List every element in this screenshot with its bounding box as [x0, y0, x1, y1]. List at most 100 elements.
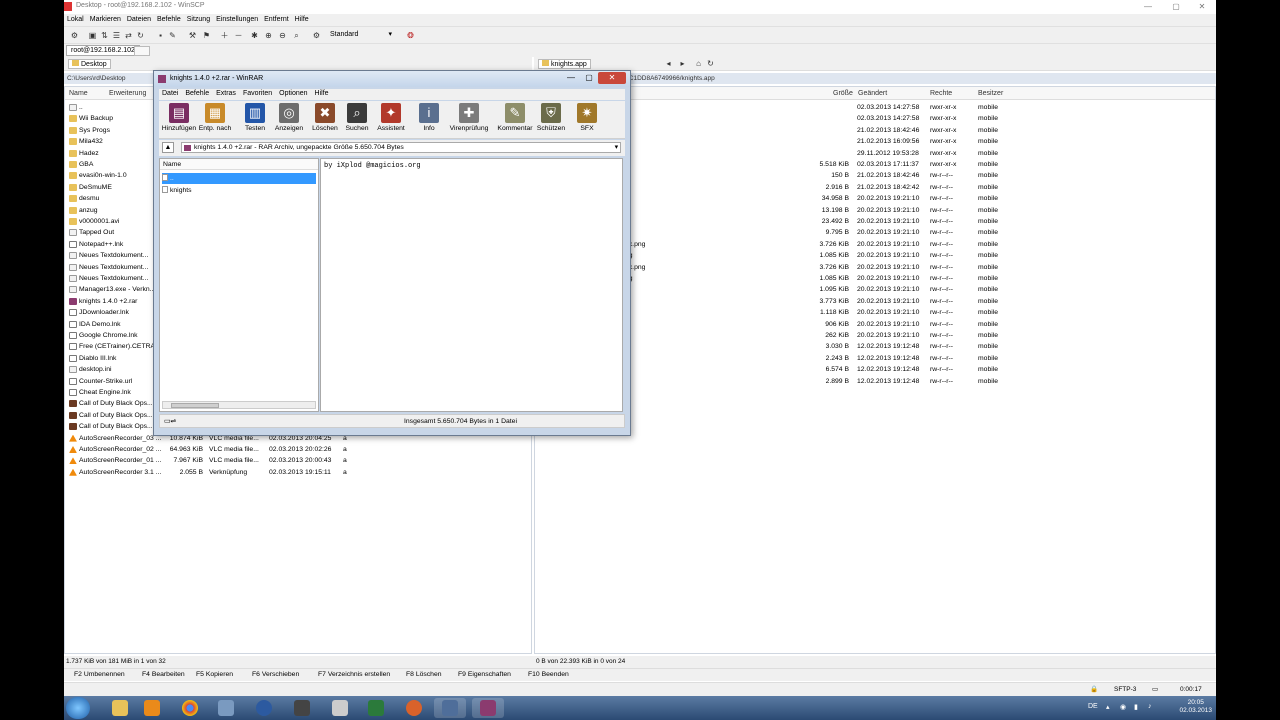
- taskbar-media[interactable]: [136, 698, 168, 718]
- remote-file-row[interactable]: 2.916 B 21.02.2013 18:42:42 rw-r--r-- mobil…: [535, 182, 1215, 193]
- plus-icon[interactable]: ＋: [220, 31, 229, 40]
- compare-icon[interactable]: ▣: [88, 31, 97, 40]
- remote-file-row[interactable]: 3.773 KiB 20.02.2013 19:21:10 rw-r--r-- mob…: [535, 296, 1215, 307]
- col-rights[interactable]: Rechte: [930, 90, 952, 97]
- rar-menu-hilfe[interactable]: Hilfe: [312, 89, 333, 97]
- new-session-tab[interactable]: [134, 46, 150, 56]
- rar-tool-wizard[interactable]: ✦ Assistent: [373, 103, 409, 137]
- winrar-close-button[interactable]: ✕: [598, 72, 626, 84]
- winrar-maximize-button[interactable]: ▢: [580, 72, 598, 84]
- f9-properties-button[interactable]: F9 Eigenschaften: [458, 671, 511, 678]
- tray-chevron-icon[interactable]: ▴: [1106, 703, 1110, 711]
- rar-tool-books-add[interactable]: ▤ Hinzufügen: [161, 103, 197, 137]
- filter-icon[interactable]: ✱: [250, 31, 259, 40]
- col-name[interactable]: Name: [69, 90, 88, 97]
- remote-file-row[interactable]: 2.899 B 12.02.2013 19:12:48 rw-r--r-- mobil…: [535, 376, 1215, 387]
- start-button[interactable]: [66, 697, 90, 719]
- minus-icon[interactable]: －: [234, 31, 243, 40]
- remote-file-row[interactable]: 13.198 B 20.02.2013 19:21:10 rw-r--r-- mobi…: [535, 205, 1215, 216]
- archive-file-list[interactable]: Name .. knights: [159, 158, 319, 412]
- taskbar-app-3[interactable]: [286, 698, 318, 718]
- col-modified[interactable]: Geändert: [858, 90, 887, 97]
- unselect-icon[interactable]: ⊖: [278, 31, 287, 40]
- session-tab[interactable]: root@192.168.2.102: [66, 45, 140, 56]
- remote-file-row[interactable]: 906 KiB 20.02.2013 19:21:10 rw-r--r-- mobil…: [535, 319, 1215, 330]
- language-indicator[interactable]: DE: [1088, 703, 1098, 710]
- remote-file-row[interactable]: 6.574 B 12.02.2013 19:12:48 rw-r--r-- mobil…: [535, 364, 1215, 375]
- volume-icon[interactable]: ♪: [1148, 703, 1152, 710]
- remote-file-row[interactable]: 5.518 KiB 02.03.2013 17:11:37 rwxr-xr-x mob…: [535, 159, 1215, 170]
- archive-item-parent[interactable]: ..: [162, 173, 174, 184]
- rar-tool-info[interactable]: i Info: [411, 103, 447, 137]
- remote-file-row[interactable]: 02.03.2013 14:27:58 rwxr-xr-x mobile: [535, 113, 1215, 124]
- taskbar-app-2[interactable]: [248, 698, 280, 718]
- menu-hilfe[interactable]: Hilfe: [292, 14, 312, 23]
- menu-sitzung[interactable]: Sitzung: [184, 14, 213, 23]
- remote-file-row[interactable]: 21.02.2013 18:42:46 rwxr-xr-x mobile: [535, 125, 1215, 136]
- rar-tool-delete[interactable]: ✖ Löschen: [307, 103, 343, 137]
- menu-entfernt[interactable]: Entfernt: [261, 14, 292, 23]
- taskbar-app-5[interactable]: [360, 698, 392, 718]
- remote-file-row[interactable]: 3.030 B 12.02.2013 19:12:48 rw-r--r-- mobil…: [535, 341, 1215, 352]
- remote-file-row[interactable]: 23.492 B 20.02.2013 19:21:10 rw-r--r-- mobi…: [535, 216, 1215, 227]
- winrar-minimize-button[interactable]: —: [562, 72, 580, 84]
- sync-icon[interactable]: ⇅: [100, 31, 109, 40]
- menu-befehle[interactable]: Befehle: [154, 14, 184, 23]
- taskbar-winrar[interactable]: [472, 698, 504, 718]
- remote-file-row[interactable]: 262 KiB 20.02.2013 19:21:10 rw-r--r-- mobil…: [535, 330, 1215, 341]
- col-owner[interactable]: Besitzer: [978, 90, 1003, 97]
- queue-icon[interactable]: ☰: [112, 31, 121, 40]
- remote-file-row[interactable]: 1.118 KiB 20.02.2013 19:21:10 rw-r--r-- mob…: [535, 307, 1215, 318]
- signal-icon[interactable]: ▮: [1134, 703, 1138, 711]
- swap-icon[interactable]: ⇄: [124, 31, 133, 40]
- taskbar-chrome[interactable]: [174, 698, 206, 718]
- rar-menu-extras[interactable]: Extras: [213, 89, 240, 97]
- select-icon[interactable]: ⊕: [264, 31, 273, 40]
- menu-lokal[interactable]: Lokal: [64, 14, 87, 23]
- remote-file-row[interactable]: 29.11.2012 19:53:28 rwxr-xr-x mobile: [535, 148, 1215, 159]
- gear-icon[interactable]: ⚙: [70, 31, 79, 40]
- scrollbar-thumb[interactable]: [171, 403, 219, 408]
- remote-file-row[interactable]: 9.795 B 20.02.2013 19:21:10 rw-r--r-- mobil…: [535, 227, 1215, 238]
- transfer-profile-select[interactable]: Standard ▾: [328, 30, 394, 40]
- f6-move-button[interactable]: F6 Verschieben: [252, 671, 299, 678]
- rar-tool-book-test[interactable]: ▥ Testen: [237, 103, 273, 137]
- rar-menu-datei[interactable]: Datei: [159, 89, 182, 97]
- find-icon[interactable]: ⌕: [292, 31, 301, 40]
- menu-dateien[interactable]: Dateien: [124, 14, 154, 23]
- session-options-icon[interactable]: ⚑: [202, 31, 211, 40]
- network-icon[interactable]: ◉: [1120, 703, 1126, 711]
- rar-menu-optionen[interactable]: Optionen: [276, 89, 311, 97]
- taskbar-app-6[interactable]: [398, 698, 430, 718]
- f2-rename-button[interactable]: F2 Umbenennen: [74, 671, 125, 678]
- rar-menu-befehle[interactable]: Befehle: [182, 89, 213, 97]
- preferences-icon[interactable]: ⚙: [312, 31, 321, 40]
- rar-tool-glasses-view[interactable]: ◎ Anzeigen: [271, 103, 307, 137]
- file-row[interactable]: AutoScreenRecorder_01 ... 7.967 KiB VLC me…: [65, 455, 531, 466]
- taskbar-app-1[interactable]: [210, 698, 242, 718]
- forward-icon[interactable]: ▸: [678, 59, 687, 68]
- f10-quit-button[interactable]: F10 Beenden: [528, 671, 569, 678]
- refresh-icon[interactable]: ↻: [706, 59, 715, 68]
- f7-mkdir-button[interactable]: F7 Verzeichnis erstellen: [318, 671, 390, 678]
- edit-icon[interactable]: ✎: [168, 31, 177, 40]
- queue-settings-icon[interactable]: ⚒: [188, 31, 197, 40]
- horizontal-scrollbar[interactable]: [162, 401, 316, 409]
- remote-file-row[interactable]: 150 B 21.02.2013 18:42:46 rw-r--r-- mobile: [535, 170, 1215, 181]
- file-row[interactable]: AutoScreenRecorder 3.1 ... 2.055 B Verknüp…: [65, 467, 531, 478]
- f5-copy-button[interactable]: F5 Kopieren: [196, 671, 233, 678]
- archive-path-combo[interactable]: knights 1.4.0 +2.rar - RAR Archiv, ungep…: [181, 142, 621, 153]
- f8-delete-button[interactable]: F8 Löschen: [406, 671, 442, 678]
- home-icon[interactable]: ⌂: [694, 59, 703, 68]
- taskbar-app-4[interactable]: [324, 698, 356, 718]
- up-folder-button[interactable]: ▲: [162, 142, 174, 153]
- remote-file-row[interactable]: 21.02.2013 16:09:56 rwxr-xr-x mobile: [535, 136, 1215, 147]
- rar-tool-shield-protect[interactable]: ⛨ Schützen: [533, 103, 569, 137]
- right-file-panel[interactable]: Größe Geändert Rechte Besitzer 02.03.201…: [534, 86, 1216, 654]
- rar-tool-comment[interactable]: ✎ Kommentar: [493, 103, 537, 137]
- remote-file-row[interactable]: 2.243 B 12.02.2013 19:12:48 rw-r--r-- mobil…: [535, 353, 1215, 364]
- archive-col-name[interactable]: Name: [160, 159, 318, 170]
- menu-einstellungen[interactable]: Einstellungen: [213, 14, 261, 23]
- remote-file-row[interactable]: 34.958 B 20.02.2013 19:21:10 rw-r--r-- mobi…: [535, 193, 1215, 204]
- transfer-options-icon[interactable]: ❂: [406, 31, 415, 40]
